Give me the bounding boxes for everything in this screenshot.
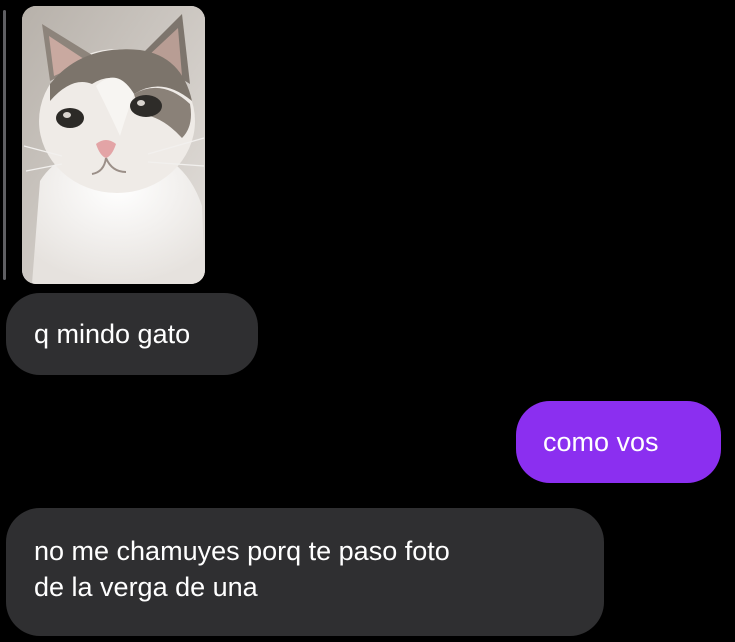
cat-photo-message[interactable] bbox=[22, 6, 205, 284]
message-bubble-incoming[interactable]: no me chamuyes porq te paso foto de la v… bbox=[6, 508, 604, 636]
message-bubble-outgoing[interactable]: como vos bbox=[516, 401, 721, 483]
message-text-line: de la verga de una bbox=[34, 572, 258, 602]
reply-indicator-bar bbox=[3, 10, 6, 280]
message-text-line: no me chamuyes porq te paso foto bbox=[34, 536, 450, 566]
message-bubble-incoming[interactable]: q mindo gato bbox=[6, 293, 258, 375]
message-text-line: como vos bbox=[543, 427, 659, 457]
cat-photo-image bbox=[22, 6, 205, 284]
message-text-line: q mindo gato bbox=[34, 319, 191, 349]
